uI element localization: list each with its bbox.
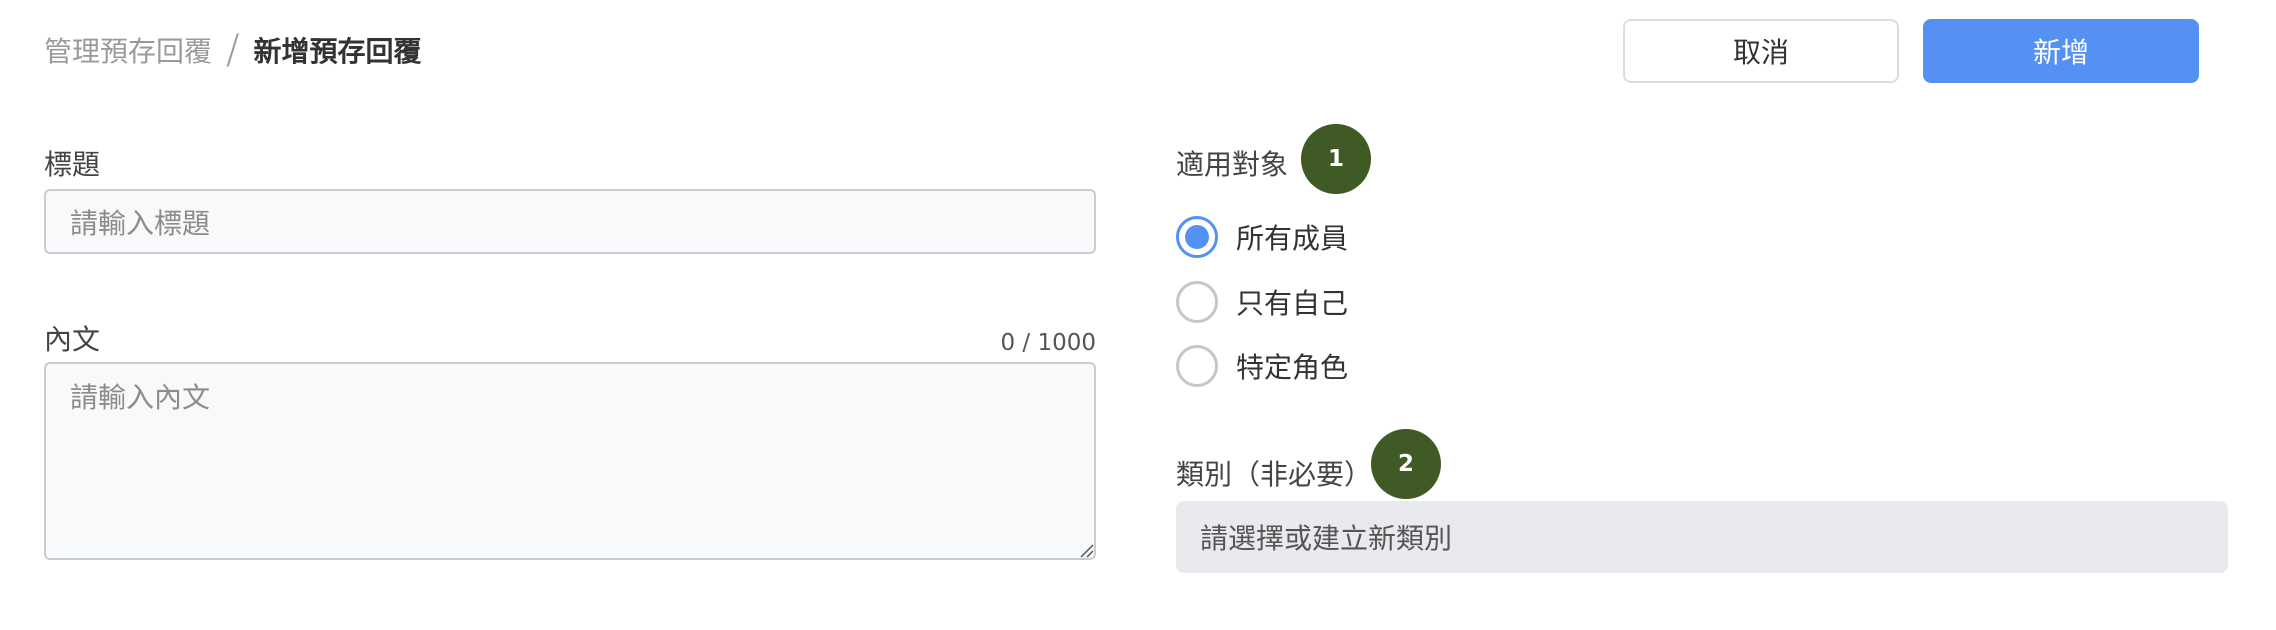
- radio-button-checked[interactable]: [1176, 216, 1218, 258]
- title-input[interactable]: 請輸入標題: [44, 189, 1096, 254]
- step-marker-1: 1: [1301, 124, 1371, 194]
- category-combobox[interactable]: 請選擇或建立新類別: [1176, 501, 2228, 573]
- title-label: 標題: [44, 148, 101, 181]
- breadcrumb-parent-link[interactable]: 管理預存回覆: [44, 30, 212, 70]
- breadcrumb: 管理預存回覆 / 新增預存回覆: [44, 26, 422, 74]
- category-label: 類別（非必要）: [1176, 458, 1373, 491]
- add-button[interactable]: 新增: [1923, 19, 2199, 83]
- radio-option-specific-role[interactable]: 特定角色: [1176, 345, 1348, 387]
- radio-label: 所有成員: [1236, 222, 1349, 255]
- radio-label: 只有自己: [1236, 287, 1349, 320]
- char-counter: 0 / 1000: [1000, 330, 1096, 356]
- page-title: 新增預存回覆: [253, 35, 422, 68]
- radio-button[interactable]: [1176, 345, 1218, 387]
- radio-option-all-members[interactable]: 所有成員: [1176, 216, 1348, 258]
- radio-option-only-me[interactable]: 只有自己: [1176, 281, 1348, 323]
- audience-label: 適用對象: [1176, 148, 1289, 181]
- body-textarea[interactable]: 請輸入內文: [44, 362, 1096, 560]
- body-label: 內文: [44, 323, 101, 356]
- resize-handle-icon[interactable]: [1078, 542, 1094, 558]
- step-marker-2: 2: [1371, 429, 1441, 499]
- radio-label: 特定角色: [1236, 351, 1349, 384]
- breadcrumb-separator: /: [226, 27, 240, 73]
- radio-button[interactable]: [1176, 281, 1218, 323]
- cancel-button[interactable]: 取消: [1623, 19, 1899, 83]
